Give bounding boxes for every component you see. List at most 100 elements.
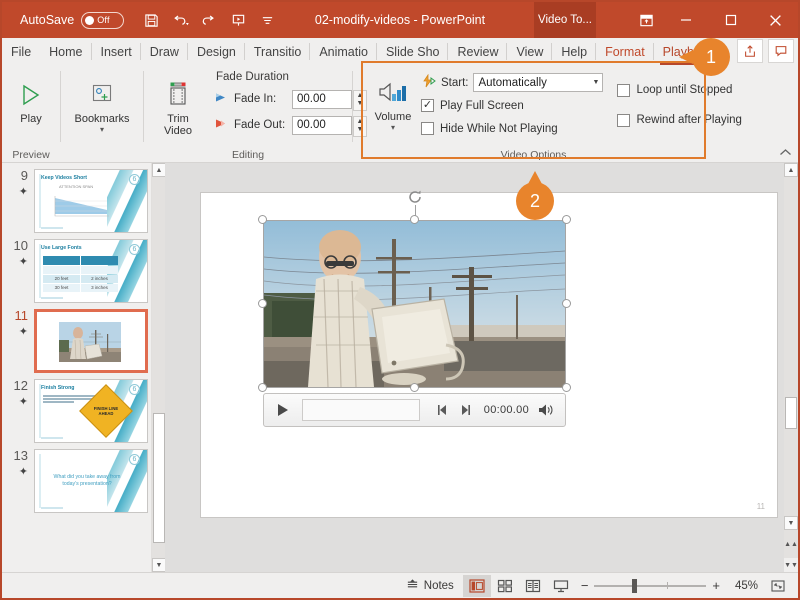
thumbnail-item[interactable]: 10 ✦ 6 Use Large Fonts 20 feet2 inches 3… [2, 233, 165, 303]
video-frame[interactable] [263, 220, 566, 388]
thumbnail-slide-11-selected[interactable] [34, 309, 148, 373]
trim-video-button[interactable]: Trim Video [150, 69, 206, 137]
fit-to-window-icon[interactable] [764, 575, 792, 597]
undo-icon[interactable] [167, 8, 193, 32]
resize-handle-bottom-right[interactable] [562, 383, 571, 392]
resize-handle-top-center[interactable] [410, 215, 419, 224]
save-icon[interactable] [138, 8, 164, 32]
scroll-down-button[interactable]: ▼ [784, 516, 798, 530]
tab-view[interactable]: View [507, 38, 552, 65]
play-button[interactable]: Play [2, 69, 60, 125]
slide-scrollbar[interactable]: ▲ ▼ ▲▲ ▼▼ [784, 163, 798, 572]
slide-thumbnail-pane[interactable]: 9 ✦ 6 Keep Videos Short ATTENTION SPAN [2, 163, 165, 572]
thumbnail-number: 10 [14, 238, 28, 253]
thumbnail-slide-9[interactable]: 6 Keep Videos Short ATTENTION SPAN [34, 169, 148, 233]
thumbnail-item[interactable]: 12 ✦ 6 Finish Strong FINISH LINE AHEAD [2, 373, 165, 443]
scroll-up-button[interactable]: ▲ [784, 163, 798, 177]
loop-until-stopped-row[interactable]: Loop until Stopped [617, 75, 741, 105]
play-full-screen-checkbox[interactable] [421, 99, 434, 112]
video-object[interactable] [263, 220, 566, 388]
play-icon[interactable] [272, 402, 294, 418]
maximize-button[interactable] [708, 2, 753, 38]
zoom-slider[interactable]: − + [575, 578, 726, 593]
next-slide-button[interactable]: ▼▼ [784, 558, 798, 572]
zoom-out-button[interactable]: − [581, 578, 589, 593]
scrollbar-thumb[interactable] [153, 413, 165, 543]
slide-canvas-pane[interactable]: 00:00.00 11 [165, 163, 784, 572]
zoom-in-button[interactable]: + [712, 578, 720, 593]
resize-handle-bottom-left[interactable] [258, 383, 267, 392]
tab-transitions[interactable]: Transitio [245, 38, 310, 65]
slideshow-view-button[interactable] [547, 575, 575, 597]
play-full-screen-row[interactable]: Play Full Screen [421, 94, 603, 117]
speaker-icon[interactable] [535, 403, 557, 417]
ribbon-display-options-icon[interactable] [629, 2, 663, 38]
tab-review[interactable]: Review [448, 38, 507, 65]
scrollbar-track[interactable] [152, 177, 165, 558]
rewind-after-playing-row[interactable]: Rewind after Playing [617, 105, 741, 135]
tab-insert[interactable]: Insert [92, 38, 141, 65]
scroll-down-button[interactable]: ▼ [152, 558, 165, 572]
tab-file[interactable]: File [2, 38, 40, 65]
step-forward-icon[interactable] [454, 404, 476, 416]
play-full-screen-label: Play Full Screen [440, 100, 524, 112]
previous-slide-button[interactable]: ▲▲ [784, 537, 798, 551]
fade-out-input[interactable]: 00.00 ▲▼ [292, 116, 352, 135]
rotate-icon[interactable] [407, 189, 423, 205]
redo-icon[interactable] [196, 8, 222, 32]
start-dropdown[interactable]: Automatically ▼ [473, 73, 603, 92]
bookmarks-button[interactable]: Bookmarks ▾ [61, 69, 143, 134]
playback-progress-bar[interactable] [302, 399, 420, 421]
thumbnail-slide-13[interactable]: 6 What did you take away from today’s pr… [34, 449, 148, 513]
share-icon[interactable] [737, 39, 763, 63]
tab-animations[interactable]: Animatio [310, 38, 377, 65]
chevron-down-icon[interactable]: ▾ [391, 124, 395, 132]
tab-format[interactable]: Format [596, 38, 654, 65]
tab-draw[interactable]: Draw [141, 38, 188, 65]
thumbnail-item[interactable]: 13 ✦ 6 What did you take away from today… [2, 443, 165, 513]
start-slideshow-icon[interactable] [225, 8, 251, 32]
step-back-icon[interactable] [432, 404, 454, 416]
zoom-handle[interactable] [632, 579, 637, 593]
thumbnail-item[interactable]: 11 ✦ [2, 303, 165, 373]
tab-design[interactable]: Design [188, 38, 245, 65]
customize-qat-icon[interactable] [254, 8, 280, 32]
reading-view-button[interactable] [519, 575, 547, 597]
resize-handle-middle-right[interactable] [562, 299, 571, 308]
notes-button[interactable]: Notes [397, 575, 463, 597]
slide-surface[interactable]: 00:00.00 11 [201, 193, 777, 517]
resize-handle-bottom-center[interactable] [410, 383, 419, 392]
video-player-controls[interactable]: 00:00.00 [263, 393, 566, 427]
start-dropdown-value: Automatically [478, 77, 546, 89]
resize-handle-top-right[interactable] [562, 215, 571, 224]
thumbnail-slide-10[interactable]: 6 Use Large Fonts 20 feet2 inches 30 fee… [34, 239, 148, 303]
fade-in-input[interactable]: 00.00 ▲▼ [292, 90, 352, 109]
zoom-percent[interactable]: 45% [726, 580, 758, 592]
minimize-button[interactable] [663, 2, 708, 38]
close-button[interactable] [753, 2, 798, 38]
thumbnail-item[interactable]: 9 ✦ 6 Keep Videos Short ATTENTION SPAN [2, 163, 165, 233]
thumbnail-scrollbar[interactable]: ▲ ▼ [151, 163, 165, 572]
scrollbar-thumb[interactable] [785, 397, 797, 429]
normal-view-button[interactable] [463, 575, 491, 597]
resize-handle-middle-left[interactable] [258, 299, 267, 308]
scroll-up-button[interactable]: ▲ [152, 163, 165, 177]
rewind-after-playing-checkbox[interactable] [617, 114, 630, 127]
animation-star-icon: ✦ [6, 325, 28, 339]
collapse-ribbon-button[interactable] [779, 148, 792, 160]
hide-while-not-playing-checkbox[interactable] [421, 122, 434, 135]
tab-slide-show[interactable]: Slide Sho [377, 38, 449, 65]
tab-home[interactable]: Home [40, 38, 91, 65]
volume-button[interactable]: Volume ▾ [369, 71, 417, 132]
hide-while-not-playing-row[interactable]: Hide While Not Playing [421, 117, 603, 140]
loop-until-stopped-checkbox[interactable] [617, 84, 630, 97]
tab-help[interactable]: Help [552, 38, 596, 65]
chevron-down-icon[interactable]: ▾ [100, 126, 104, 134]
slide-sorter-view-button[interactable] [491, 575, 519, 597]
zoom-track[interactable] [594, 585, 706, 587]
resize-handle-top-left[interactable] [258, 215, 267, 224]
scrollbar-track[interactable] [784, 177, 798, 558]
autosave-toggle[interactable]: Off [81, 12, 124, 29]
thumbnail-slide-12[interactable]: 6 Finish Strong FINISH LINE AHEAD [34, 379, 148, 443]
comment-icon[interactable] [768, 39, 794, 63]
